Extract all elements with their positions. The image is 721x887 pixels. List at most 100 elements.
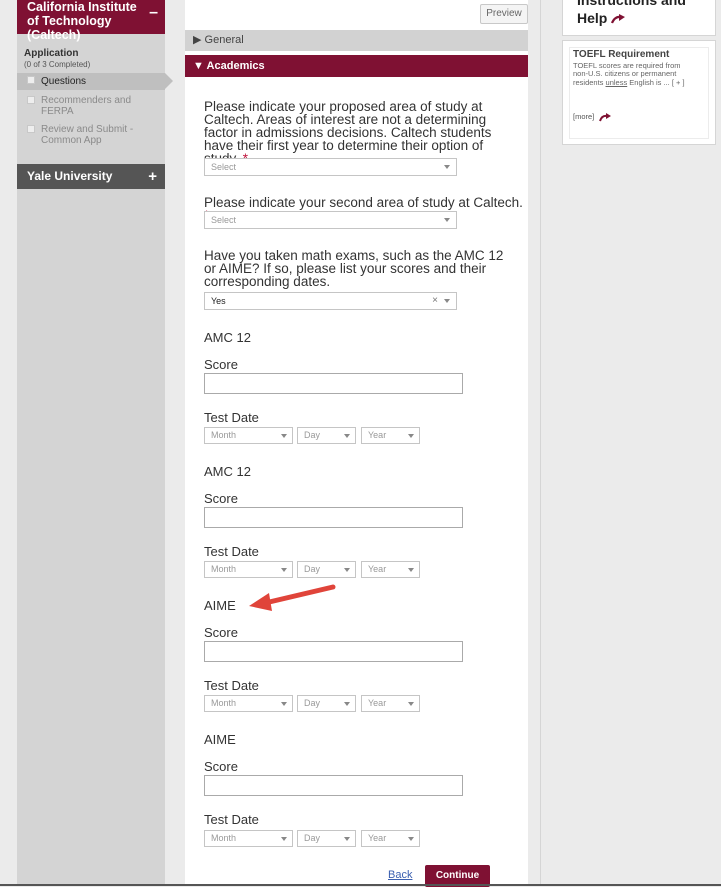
checkbox-icon: [27, 96, 35, 104]
caret-down-icon: [344, 434, 350, 438]
exam-name: AMC 12: [204, 464, 251, 479]
select-value: Day: [304, 833, 321, 843]
score-label: Score: [204, 491, 238, 506]
month-select[interactable]: Month: [204, 427, 293, 444]
preview-button[interactable]: Preview: [480, 4, 528, 24]
test-date-label: Test Date: [204, 410, 259, 425]
second-area-select[interactable]: Select: [204, 211, 457, 229]
section-general[interactable]: ▶ General: [185, 30, 528, 51]
select-value: Yes: [211, 296, 226, 306]
collapse-icon[interactable]: –: [149, 5, 158, 21]
main-form-panel: Preview ▶ General ▼ Academics Please ind…: [185, 0, 528, 887]
section-title: Academics: [206, 60, 265, 72]
annotation-arrow-icon: [249, 584, 336, 611]
caret-down-icon: [408, 568, 414, 572]
score-input[interactable]: [204, 775, 463, 796]
select-value: Day: [304, 698, 321, 708]
caret-down-icon: [344, 702, 350, 706]
application-progress: (0 of 3 Completed): [24, 60, 91, 69]
caret-down-icon: [281, 434, 287, 438]
select-value: Year: [368, 833, 387, 843]
select-value: Year: [368, 698, 387, 708]
question-math-exams: Have you taken math exams, such as the A…: [204, 248, 504, 289]
back-link[interactable]: Back: [388, 869, 412, 881]
day-select[interactable]: Day: [297, 695, 356, 712]
test-date-label: Test Date: [204, 678, 259, 693]
sidebar-item-questions[interactable]: Questions: [17, 73, 173, 90]
select-value: Year: [368, 430, 387, 440]
checkbox-icon: [27, 76, 35, 84]
toefl-title: TOEFL Requirement: [573, 49, 670, 60]
year-select[interactable]: Year: [361, 427, 420, 444]
year-select[interactable]: Year: [361, 695, 420, 712]
section-academics[interactable]: ▼ Academics: [185, 55, 528, 77]
caret-down-icon: [344, 837, 350, 841]
sidebar-item-review-submit[interactable]: Review and Submit - Common App: [17, 122, 165, 148]
triangle-right-icon: ▶: [193, 34, 202, 46]
column-divider: [540, 0, 541, 886]
score-label: Score: [204, 759, 238, 774]
score-label: Score: [204, 625, 238, 640]
toefl-underline: unless: [605, 77, 628, 87]
section-title: General: [204, 34, 244, 46]
instructions-help-panel: Instructions and Help: [562, 0, 716, 36]
select-value: Day: [304, 430, 321, 440]
select-value: Day: [304, 564, 321, 574]
area-of-study-select[interactable]: Select: [204, 158, 457, 176]
score-input[interactable]: [204, 641, 463, 662]
select-value: Year: [368, 564, 387, 574]
question-area-of-study: Please indicate your proposed area of st…: [204, 100, 504, 166]
caret-down-icon: [281, 837, 287, 841]
select-value: Select: [211, 162, 237, 172]
score-input[interactable]: [204, 373, 463, 394]
toefl-requirement-box: TOEFL Requirement TOEFL scores are requi…: [562, 40, 716, 145]
exam-name: AIME: [204, 732, 236, 747]
more-label: [more]: [573, 112, 595, 121]
curved-arrow-icon: [599, 112, 612, 122]
caret-down-icon: [444, 165, 450, 169]
caret-down-icon: [344, 568, 350, 572]
instructions-help-title[interactable]: Instructions and Help: [577, 0, 715, 27]
select-value: Month: [211, 430, 237, 440]
toefl-text: English is ... [ + ]: [627, 77, 685, 87]
sidebar-item-label: Recommenders and FERPA: [41, 95, 132, 117]
math-exams-select[interactable]: Yes ×: [204, 292, 457, 310]
panel-title-text: Instructions and Help: [577, 0, 686, 26]
month-select[interactable]: Month: [204, 830, 293, 847]
school-header-yale[interactable]: Yale University +: [17, 164, 165, 189]
score-input[interactable]: [204, 507, 463, 528]
question-text: Have you taken math exams, such as the A…: [204, 248, 504, 289]
question-text: Please indicate your second area of stud…: [204, 195, 523, 210]
month-select[interactable]: Month: [204, 561, 293, 578]
expand-icon[interactable]: +: [148, 164, 157, 189]
sidebar-item-label: Questions: [41, 76, 87, 87]
checkbox-icon: [27, 125, 35, 133]
day-select[interactable]: Day: [297, 561, 356, 578]
school-header-caltech[interactable]: California Institute of Technology (Calt…: [17, 0, 165, 42]
triangle-down-icon: ▼: [193, 60, 204, 72]
caret-down-icon: [408, 434, 414, 438]
more-link[interactable]: [more]: [573, 112, 612, 122]
caret-down-icon: [408, 702, 414, 706]
sidebar-item-label: Review and Submit - Common App: [41, 124, 134, 146]
day-select[interactable]: Day: [297, 830, 356, 847]
sidebar: California Institute of Technology (Calt…: [17, 0, 173, 886]
clear-icon[interactable]: ×: [432, 293, 438, 309]
day-select[interactable]: Day: [297, 427, 356, 444]
test-date-label: Test Date: [204, 544, 259, 559]
caret-down-icon: [281, 568, 287, 572]
exam-name: AMC 12: [204, 330, 251, 345]
select-value: Month: [211, 698, 237, 708]
year-select[interactable]: Year: [361, 830, 420, 847]
score-label: Score: [204, 357, 238, 372]
school-title: Yale University: [27, 169, 113, 183]
sidebar-item-recommenders[interactable]: Recommenders and FERPA: [17, 93, 165, 119]
month-select[interactable]: Month: [204, 695, 293, 712]
select-value: Select: [211, 215, 237, 225]
caret-down-icon: [281, 702, 287, 706]
toefl-body: TOEFL scores are required from non-U.S. …: [573, 61, 693, 87]
select-value: Month: [211, 564, 237, 574]
caret-down-icon: [408, 837, 414, 841]
test-date-label: Test Date: [204, 812, 259, 827]
year-select[interactable]: Year: [361, 561, 420, 578]
